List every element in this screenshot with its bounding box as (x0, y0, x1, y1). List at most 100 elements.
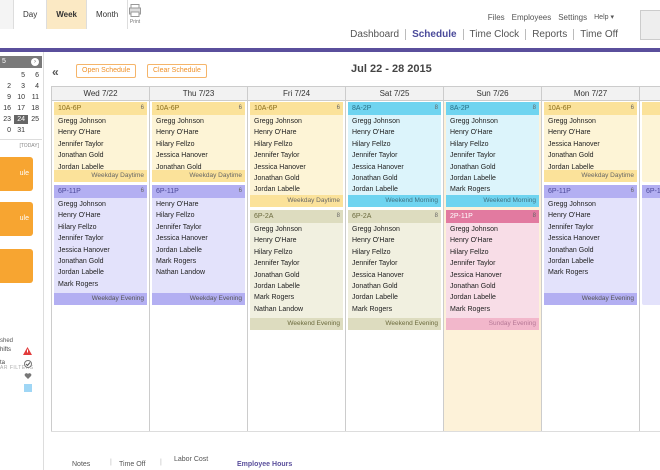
employee-name[interactable]: Jonathan Gold (254, 173, 339, 184)
employee-name[interactable]: Henry O'Hare (254, 127, 339, 138)
print-button[interactable]: Print (124, 4, 146, 25)
day-column[interactable]: Sat 7/25 8A-2P 8 Gregg Johnson Henry O'Hare H… (346, 87, 444, 432)
mini-calendar-day[interactable]: 16 (0, 104, 14, 113)
mini-calendar-day[interactable]: 9 (0, 93, 14, 102)
employee-name[interactable]: Jordan Labelle (450, 173, 535, 184)
employee-name[interactable]: Jonathan Gold (450, 281, 535, 292)
legend-favorites[interactable] (0, 372, 40, 382)
next-month-icon[interactable]: › (31, 58, 39, 66)
employee-name[interactable]: Jordan Labelle (58, 267, 143, 278)
open-schedule-button[interactable]: Open Schedule (76, 64, 137, 78)
shift-card[interactable]: 2P-11P 8 Gregg Johnson Henry O'Hare Hilary F… (446, 210, 539, 330)
employee-name[interactable]: Gregg Johnson (548, 199, 633, 210)
employee-name[interactable]: Nathan Landow (156, 267, 241, 278)
employee-name[interactable]: Gregg Johnson (254, 224, 339, 235)
employee-name[interactable]: Gregg Johnson (58, 199, 143, 210)
employee-name[interactable]: Gregg Johnson (450, 116, 535, 127)
employee-name[interactable]: Jennifer Taylor (58, 233, 143, 244)
mini-calendar-day[interactable]: 11 (28, 93, 42, 102)
day-column[interactable]: Fri 7/24 10A-6P 6 Gregg Johnson Henry O'Hare… (248, 87, 346, 432)
mini-calendar-day[interactable]: 10 (14, 93, 28, 102)
employee-name[interactable]: Jonathan Gold (352, 173, 437, 184)
settings-link[interactable]: Settings (558, 13, 587, 22)
sidebar-action-button-3[interactable] (0, 249, 33, 283)
employees-link[interactable]: Employees (512, 13, 552, 22)
day-view-button[interactable]: Day (14, 0, 48, 29)
sidebar-action-button-1[interactable]: ule (0, 157, 33, 191)
employee-name[interactable]: Mark Rogers (548, 267, 633, 278)
employee-name[interactable]: Jessica Hanover (254, 162, 339, 173)
shift-card[interactable]: 8A-2P 8 Gregg Johnson Henry O'Hare Hilary Fe… (446, 102, 539, 207)
help-menu[interactable]: Help ▾ (594, 13, 614, 22)
mini-calendar-day[interactable]: 3 (14, 82, 28, 91)
legend-color[interactable] (0, 384, 40, 394)
day-column[interactable]: Mon 7/27 10A-6P 6 Gregg Johnson Henry O'Hare… (542, 87, 640, 432)
employee-name[interactable]: Jonathan Gold (352, 281, 437, 292)
employee-name[interactable]: Jennifer Taylor (58, 139, 143, 150)
nav-schedule[interactable]: Schedule (405, 29, 462, 40)
employee-name[interactable]: Henry O'Hare (156, 127, 241, 138)
employee-name[interactable]: Gregg Johnson (450, 224, 535, 235)
mini-calendar-day[interactable]: 24 (14, 115, 28, 124)
nav-time-clock[interactable]: Time Clock (462, 29, 526, 40)
employee-name[interactable]: Jennifer Taylor (254, 258, 339, 269)
month-view-button[interactable]: Month (87, 0, 129, 29)
today-button[interactable]: [TODAY] (0, 139, 42, 149)
employee-name[interactable]: Henry O'Hare (450, 127, 535, 138)
employee-name[interactable]: Jennifer Taylor (254, 150, 339, 161)
nav-reports[interactable]: Reports (525, 29, 573, 40)
employee-name[interactable]: Hilary Fellzo (254, 139, 339, 150)
tab-time-off[interactable]: Time Off (119, 461, 145, 468)
mini-calendar-day[interactable]: 31 (14, 126, 28, 135)
employee-name[interactable]: Jessica Hanover (450, 270, 535, 281)
week-view-button[interactable]: Week (47, 0, 87, 29)
employee-name[interactable]: Jessica Hanover (156, 150, 241, 161)
shift-card[interactable] (642, 102, 660, 182)
employee-name[interactable]: Nathan Landow (254, 304, 339, 315)
employee-name[interactable]: Jonathan Gold (58, 256, 143, 267)
employee-name[interactable]: Hilary Fellzo (254, 247, 339, 258)
employee-name[interactable]: Jonathan Gold (450, 162, 535, 173)
shift-card[interactable]: 6P-11P 6 Gregg Johnson Henry O'Hare Jennifer… (544, 185, 637, 305)
employee-name[interactable]: Jordan Labelle (254, 281, 339, 292)
day-column[interactable]: 6P-1 (640, 87, 660, 432)
day-column[interactable]: Sun 7/26 8A-2P 8 Gregg Johnson Henry O'Hare H… (444, 87, 542, 432)
employee-name[interactable]: Jonathan Gold (58, 150, 143, 161)
employee-name[interactable]: Hilary Fellzo (450, 139, 535, 150)
tab-employee-hours[interactable]: Employee Hours (237, 461, 292, 468)
employee-name[interactable]: Jennifer Taylor (156, 222, 241, 233)
mini-calendar-day[interactable]: 18 (28, 104, 42, 113)
employee-name[interactable]: Henry O'Hare (58, 127, 143, 138)
employee-name[interactable]: Gregg Johnson (254, 116, 339, 127)
employee-name[interactable]: Jonathan Gold (548, 150, 633, 161)
employee-name[interactable]: Jessica Hanover (548, 233, 633, 244)
avatar[interactable] (640, 10, 660, 40)
employee-name[interactable]: Henry O'Hare (352, 235, 437, 246)
mini-calendar-day[interactable]: 25 (28, 115, 42, 124)
employee-name[interactable]: Henry O'Hare (548, 210, 633, 221)
shift-card[interactable]: 8A-2P 8 Gregg Johnson Henry O'Hare Hilary Fe… (348, 102, 441, 207)
employee-name[interactable]: Mark Rogers (352, 304, 437, 315)
shift-card[interactable]: 6P-11P 6 Henry O'Hare Hilary Fellzo Jennifer… (152, 185, 245, 305)
clear-schedule-button[interactable]: Clear Schedule (147, 64, 207, 78)
employee-name[interactable]: Jordan Labelle (548, 256, 633, 267)
employee-name[interactable]: Mark Rogers (254, 292, 339, 303)
employee-name[interactable]: Hilary Fellzo (450, 247, 535, 258)
employee-name[interactable]: Jessica Hanover (58, 245, 143, 256)
employee-name[interactable]: Henry O'Hare (58, 210, 143, 221)
employee-name[interactable]: Gregg Johnson (58, 116, 143, 127)
employee-name[interactable]: Hilary Fellzo (58, 222, 143, 233)
employee-name[interactable]: Jennifer Taylor (450, 150, 535, 161)
employee-name[interactable]: Jennifer Taylor (548, 222, 633, 233)
sidebar-action-button-2[interactable]: ule (0, 202, 33, 236)
employee-name[interactable]: Hilary Fellzo (352, 247, 437, 258)
employee-name[interactable]: Jordan Labelle (450, 292, 535, 303)
calendar-icon-button[interactable] (0, 0, 14, 29)
employee-name[interactable]: Henry O'Hare (352, 127, 437, 138)
employee-name[interactable]: Henry O'Hare (156, 199, 241, 210)
employee-name[interactable]: Jonathan Gold (254, 270, 339, 281)
employee-name[interactable]: Jordan Labelle (156, 245, 241, 256)
employee-name[interactable]: Henry O'Hare (254, 235, 339, 246)
mini-calendar-day[interactable]: 4 (28, 82, 42, 91)
employee-name[interactable]: Mark Rogers (156, 256, 241, 267)
